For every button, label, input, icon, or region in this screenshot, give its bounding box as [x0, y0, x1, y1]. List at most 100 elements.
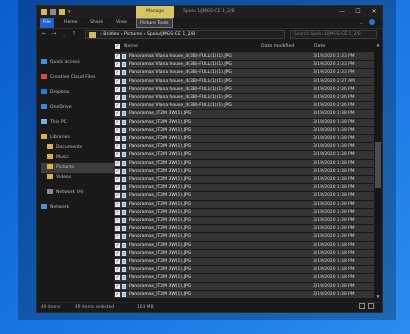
row-checkbox[interactable]: ✓ — [115, 267, 120, 273]
nav-libraries[interactable]: Libraries — [41, 133, 70, 143]
row-checkbox[interactable]: ✓ — [115, 168, 120, 174]
properties-icon[interactable] — [50, 9, 56, 15]
forward-icon[interactable]: → — [50, 30, 58, 39]
file-row[interactable]: ✓ Panoramas_IT2M 3W(1).JPG 3/19/2020 1:38 … — [114, 118, 374, 127]
close-button[interactable]: ✕ — [366, 6, 382, 18]
column-header-name[interactable]: Name — [124, 42, 138, 52]
row-checkbox[interactable]: ✓ — [115, 54, 120, 59]
file-row[interactable]: ✓ Panoramas_IT2M 3W(1).JPG 3/19/2020 1:38 … — [114, 225, 374, 234]
minimize-button[interactable]: — — [334, 6, 350, 18]
row-checkbox[interactable]: ✓ — [115, 136, 120, 141]
large-icons-view-icon[interactable] — [368, 303, 374, 309]
nav-quick-access[interactable]: Quick access — [41, 58, 80, 68]
row-checkbox[interactable]: ✓ — [115, 250, 120, 256]
file-row[interactable]: ✓ Panoramas_IT2M 3W(1).JPG 3/19/2020 1:38 … — [114, 274, 374, 283]
file-row[interactable]: ✓ Panoramas Vlana house_4(3B)-FULL(1)(1).… — [114, 69, 374, 78]
details-view-icon[interactable] — [359, 303, 365, 309]
file-row[interactable]: ✓ Panoramas Vlana house_4(3B)-FULL(1)(1).… — [114, 53, 374, 62]
row-checkbox[interactable]: ✓ — [115, 103, 120, 109]
file-row[interactable]: ✓ Panoramas_IT2M 3W(1).JPG 3/19/2020 1:38 … — [114, 241, 374, 250]
ribbon-expand-icon[interactable]: ⌄ — [359, 20, 363, 26]
row-checkbox[interactable]: ✓ — [115, 144, 120, 150]
nav-onedrive[interactable]: OneDrive — [41, 103, 72, 113]
row-checkbox[interactable]: ✓ — [115, 218, 120, 223]
row-checkbox[interactable]: ✓ — [115, 201, 120, 207]
nav-dropbox[interactable]: Dropbox — [41, 88, 69, 98]
title-bar[interactable]: ▾ Manage Spolu 1/JMGS-CE 1_2/B — ☐ ✕ — [37, 6, 382, 18]
nav-this-pc[interactable]: This PC — [41, 118, 67, 128]
nav-creative-cloud[interactable]: Creative Cloud Files — [41, 73, 95, 83]
row-checkbox[interactable]: ✓ — [115, 193, 120, 199]
file-row[interactable]: ✓ Panoramas_IT2M 3W(1).JPG 3/19/2020 1:38 … — [114, 208, 374, 217]
row-checkbox[interactable]: ✓ — [115, 119, 120, 125]
maximize-button[interactable]: ☐ — [350, 6, 366, 18]
back-icon[interactable]: ← — [40, 30, 48, 39]
row-checkbox[interactable]: ✓ — [115, 160, 120, 166]
row-checkbox[interactable]: ✓ — [115, 242, 120, 248]
file-row[interactable]: ✓ Panoramas_IT2M 3W(1).JPG 3/19/2020 1:38 … — [114, 143, 374, 152]
breadcrumb[interactable]: › Bridlex › Pictures › Spolu/JMGS-CE 1_2… — [100, 31, 195, 39]
row-checkbox[interactable]: ✓ — [115, 291, 120, 297]
customize-toolbar-icon[interactable]: ▾ — [68, 9, 72, 15]
tab-view[interactable]: View — [113, 18, 130, 28]
file-row[interactable]: ✓ Panoramas_IT2M 3W(1).JPG 3/19/2020 1:38 … — [114, 217, 374, 226]
file-row[interactable]: ✓ Panoramas_IT2M 3W(1).JPG 3/19/2020 1:38 … — [114, 266, 374, 275]
new-folder-icon[interactable] — [59, 9, 65, 15]
search-input[interactable]: Search Spolu 1/JMGS-CE 1_2/B — [290, 30, 377, 39]
file-row[interactable]: ✓ Panoramas Vlana house_4(3B)-FULL(1)(1).… — [114, 94, 374, 103]
file-row[interactable]: ✓ Panoramas Vlana house_4(3B)-FULL(1)(1).… — [114, 77, 374, 86]
row-checkbox[interactable]: ✓ — [115, 111, 120, 117]
vertical-scrollbar[interactable]: ▲ ▼ — [374, 42, 382, 301]
row-checkbox[interactable]: ✓ — [115, 275, 120, 281]
manage-context-tab[interactable]: Manage — [136, 6, 174, 18]
row-checkbox[interactable]: ✓ — [115, 86, 120, 92]
file-row[interactable]: ✓ Panoramas_IT2M 3W(1).JPG 3/19/2020 1:38 … — [114, 167, 374, 176]
file-row[interactable]: ✓ Panoramas_IT2M 3W(1).JPG 3/19/2020 1:38 … — [114, 126, 374, 135]
file-row[interactable]: ✓ Panoramas_IT2M 3W(1).JPG 3/19/2020 1:38 … — [114, 159, 374, 168]
nav-network[interactable]: Network — [41, 203, 69, 213]
row-checkbox[interactable]: ✓ — [115, 209, 120, 215]
scroll-down-icon[interactable]: ▼ — [374, 294, 382, 301]
column-header-date-modified[interactable]: Date modified — [261, 42, 294, 52]
file-row[interactable]: ✓ Panoramas Vlana house_4(3B)-FULL(1)(1).… — [114, 61, 374, 70]
file-row[interactable]: ✓ Panoramas_IT2M 3W(1).JPG 3/19/2020 1:38 … — [114, 192, 374, 201]
file-row[interactable]: ✓ Panoramas_IT2M 3W(1).JPG 3/19/2020 1:38 … — [114, 176, 374, 185]
file-row[interactable]: ✓ Panoramas_IT2M 3W(1).JPG 3/19/2020 1:38 … — [114, 110, 374, 119]
select-all-checkbox[interactable]: ✓ — [115, 44, 120, 49]
file-row[interactable]: ✓ Panoramas_IT2M 3W(1).JPG 3/19/2020 1:38 … — [114, 200, 374, 209]
row-checkbox[interactable]: ✓ — [115, 70, 120, 76]
file-row[interactable]: ✓ Panoramas_IT2M 3W(1).JPG 3/19/2020 1:38 … — [114, 249, 374, 258]
row-checkbox[interactable]: ✓ — [115, 259, 120, 264]
file-row[interactable]: ✓ Panoramas_IT2M 3W(1).JPG 3/19/2020 1:38 … — [114, 151, 374, 160]
nav-documents[interactable]: Documents — [47, 143, 82, 153]
nav-pictures[interactable]: Pictures — [41, 163, 115, 173]
row-checkbox[interactable]: ✓ — [115, 234, 120, 240]
row-checkbox[interactable]: ✓ — [115, 185, 120, 191]
column-header-date[interactable]: Date — [314, 42, 325, 52]
tab-home[interactable]: Home — [61, 18, 81, 28]
tab-picture-tools[interactable]: Picture Tools — [136, 18, 173, 28]
address-bar[interactable]: › Bridlex › Pictures › Spolu/JMGS-CE 1_2… — [85, 30, 285, 39]
help-icon[interactable] — [369, 19, 375, 25]
scroll-up-icon[interactable]: ▲ — [374, 42, 382, 49]
recent-locations-icon[interactable]: ⌄ — [60, 30, 68, 39]
scrollbar-thumb[interactable] — [375, 142, 381, 188]
file-row[interactable]: ✓ Panoramas_IT2M 3W(1).JPG 3/19/2020 1:38 … — [114, 184, 374, 193]
row-checkbox[interactable]: ✓ — [115, 78, 120, 84]
nav-videos[interactable]: Videos — [47, 173, 71, 183]
file-row[interactable]: ✓ Panoramas_IT2M 3W(1).JPG 3/19/2020 1:38 … — [114, 135, 374, 144]
up-icon[interactable]: ↑ — [70, 30, 78, 39]
nav-network-drive[interactable]: Network (H) — [47, 188, 84, 198]
row-checkbox[interactable]: ✓ — [115, 152, 120, 158]
file-row[interactable]: ✓ Panoramas_IT2M 3W(1).JPG 3/19/2020 1:38 … — [114, 290, 374, 299]
file-row[interactable]: ✓ Panoramas Vlana house_4(3B)-FULL(1)(1).… — [114, 102, 374, 111]
row-checkbox[interactable]: ✓ — [115, 95, 120, 100]
tab-file[interactable]: File — [40, 18, 54, 28]
row-checkbox[interactable]: ✓ — [115, 177, 120, 182]
row-checkbox[interactable]: ✓ — [115, 62, 120, 68]
file-row[interactable]: ✓ Panoramas Vlana house_4(3B)-FULL(1)(1).… — [114, 85, 374, 94]
nav-music[interactable]: Music — [47, 153, 69, 163]
file-row[interactable]: ✓ Panoramas_IT2M 3W(1).JPG 3/19/2020 1:38 … — [114, 258, 374, 267]
tab-share[interactable]: Share — [87, 18, 106, 28]
row-checkbox[interactable]: ✓ — [115, 127, 120, 133]
